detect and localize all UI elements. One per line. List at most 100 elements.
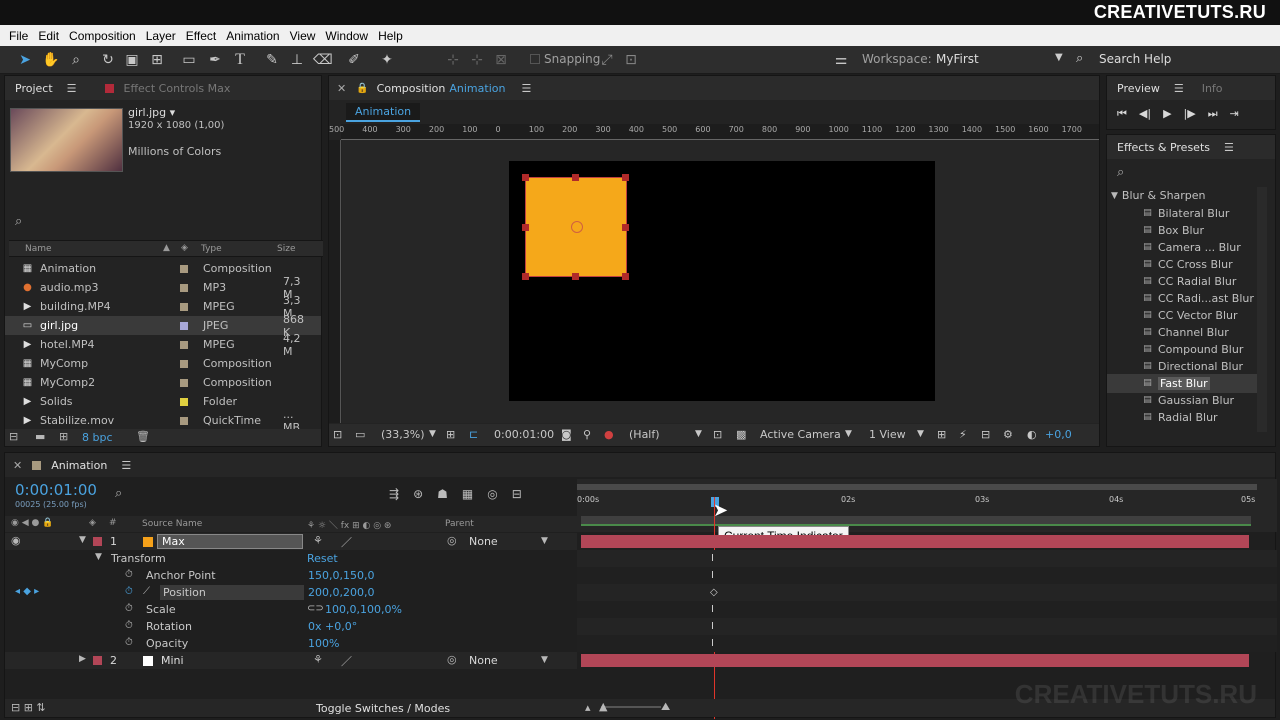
close-timeline-icon[interactable]: ✕ bbox=[13, 459, 22, 472]
puppet-tool-icon[interactable]: ✦ bbox=[378, 51, 396, 69]
project-item[interactable]: ▭ girl.jpg JPEG 868 K bbox=[5, 313, 321, 339]
current-time-display[interactable]: 0:00:01:00 bbox=[494, 428, 554, 441]
close-tab-icon[interactable]: ✕ bbox=[337, 82, 346, 95]
label-color[interactable] bbox=[180, 378, 188, 387]
timeline-icon[interactable]: ⊟ bbox=[981, 428, 990, 441]
label-color[interactable] bbox=[180, 264, 188, 273]
parent-select[interactable]: None bbox=[469, 535, 498, 548]
menu-composition[interactable]: Composition bbox=[64, 29, 141, 43]
preview-menu-icon[interactable]: ☰ bbox=[1174, 82, 1184, 95]
timeline-current-time[interactable]: 0:00:01:00 bbox=[15, 481, 97, 499]
comp-canvas[interactable] bbox=[509, 161, 935, 401]
property-row-scale[interactable]: ⏱ Scale ⊂⊃ 100,0,100,0% bbox=[5, 601, 577, 618]
keyframe-marker[interactable]: I bbox=[711, 604, 714, 615]
motion-blur-icon[interactable]: ◎ bbox=[487, 487, 497, 501]
lock-icon[interactable]: 🔒 bbox=[356, 83, 368, 94]
project-search-icon[interactable]: ⌕ bbox=[15, 214, 22, 229]
rectangle-tool-icon[interactable]: ▭ bbox=[180, 51, 198, 69]
view-dropdown-icon[interactable]: ▼ bbox=[917, 429, 924, 439]
axis-local-icon[interactable]: ⊹ bbox=[444, 51, 462, 69]
menu-layer[interactable]: Layer bbox=[141, 29, 181, 43]
handle[interactable] bbox=[622, 174, 629, 181]
zoom-out-icon[interactable]: ▴ bbox=[585, 701, 591, 714]
menu-help[interactable]: Help bbox=[373, 29, 408, 43]
footer-toggle-icons[interactable]: ⊟ ⊞ ⇅ bbox=[11, 701, 46, 714]
effect-item[interactable]: ▤ Radial Blur bbox=[1107, 408, 1257, 427]
expand-arrow-icon[interactable]: ▼ bbox=[1111, 191, 1118, 201]
handle[interactable] bbox=[622, 224, 629, 231]
layer-row-max[interactable]: ◉ ▼ 1 Max ⚘ ／ ◎ None ▼ bbox=[5, 533, 577, 550]
project-item[interactable]: ▶ Solids Folder bbox=[5, 392, 321, 411]
menu-edit[interactable]: Edit bbox=[33, 29, 64, 43]
anchor-point-icon[interactable] bbox=[571, 221, 583, 233]
view-layout-select[interactable]: 1 View bbox=[869, 428, 906, 441]
exposure-value[interactable]: +0,0 bbox=[1045, 428, 1072, 441]
workspace-dropdown-icon[interactable]: ▼ bbox=[1055, 52, 1063, 63]
draft-3d-icon[interactable]: ⊛ bbox=[413, 487, 423, 501]
col-name[interactable]: Name bbox=[25, 244, 52, 254]
layer-row-mini[interactable]: ▶ 2 Mini ⚘ ／ ◎ None ▼ bbox=[5, 652, 577, 669]
graph-editor-icon[interactable]: ⊟ bbox=[512, 487, 522, 501]
bit-depth[interactable]: 8 bpc bbox=[82, 431, 113, 444]
new-comp-icon[interactable]: ⊞ bbox=[59, 430, 68, 443]
first-frame-icon[interactable]: ⏮ bbox=[1117, 107, 1127, 121]
effects-menu-icon[interactable]: ☰ bbox=[1224, 141, 1234, 154]
effects-search-icon[interactable]: ⌕ bbox=[1117, 165, 1124, 180]
col-size[interactable]: Size bbox=[277, 244, 295, 254]
handle[interactable] bbox=[572, 273, 579, 280]
quality-switch-icon[interactable]: ／ bbox=[341, 534, 352, 550]
stopwatch-icon[interactable]: ⏱ bbox=[125, 620, 133, 631]
parent-dropdown-icon[interactable]: ▼ bbox=[541, 655, 548, 665]
resolution-dropdown-icon[interactable]: ▼ bbox=[695, 429, 702, 439]
time-ruler[interactable]: 0:00s 02s 03s 04s 05s bbox=[577, 479, 1277, 532]
keyframe-marker[interactable]: I bbox=[711, 570, 714, 581]
collapse-layer-icon[interactable]: ▼ bbox=[79, 535, 86, 545]
property-row-anchor-point[interactable]: ⏱ Anchor Point 150,0,150,0 bbox=[5, 567, 577, 584]
text-tool-icon[interactable]: T bbox=[231, 51, 249, 69]
snap-grid-icon[interactable]: ⊡ bbox=[622, 51, 640, 69]
label-color[interactable] bbox=[180, 321, 188, 330]
quality-switch-icon[interactable]: ／ bbox=[341, 653, 352, 669]
frame-blending-icon[interactable]: ▦ bbox=[462, 487, 473, 501]
project-item[interactable]: ▦ MyComp2 Composition bbox=[5, 373, 321, 392]
stopwatch-icon[interactable]: ⏱ bbox=[125, 637, 133, 648]
timeline-menu-icon[interactable]: ☰ bbox=[121, 459, 131, 472]
stopwatch-icon[interactable]: ⏱ bbox=[125, 603, 133, 614]
label-color[interactable] bbox=[180, 340, 188, 349]
last-frame-icon[interactable]: ⏭ bbox=[1208, 107, 1218, 121]
fast-previews-icon[interactable]: ⚡ bbox=[959, 428, 967, 441]
snap-edges-icon[interactable]: ⤢ bbox=[598, 51, 616, 69]
menu-file[interactable]: File bbox=[4, 29, 33, 43]
shy-switch-icon[interactable]: ⚘ bbox=[313, 534, 323, 547]
label-column-icon[interactable]: ◈ bbox=[181, 243, 188, 253]
pickwhip-icon[interactable]: ◎ bbox=[447, 653, 457, 666]
pickwhip-icon[interactable]: ◎ bbox=[447, 534, 457, 547]
property-value[interactable]: 200,0,200,0 bbox=[308, 586, 374, 599]
zoom-slider[interactable] bbox=[601, 706, 661, 708]
comp-tab-name[interactable]: Animation bbox=[449, 82, 505, 95]
camera-select[interactable]: Active Camera bbox=[760, 428, 841, 441]
zoom-level[interactable]: (33,3%) bbox=[381, 428, 425, 441]
tab-project[interactable]: Project bbox=[15, 82, 53, 95]
search-help-field[interactable]: Search Help bbox=[1099, 52, 1171, 66]
project-item[interactable]: ▦ MyComp Composition bbox=[5, 354, 321, 373]
project-item[interactable]: ● audio.mp3 MP3 7,3 M bbox=[5, 275, 321, 301]
timeline-search-icon[interactable]: ⌕ bbox=[115, 486, 122, 501]
handle[interactable] bbox=[522, 273, 529, 280]
toggle-pixel-aspect-icon[interactable]: ⊞ bbox=[937, 428, 946, 441]
menu-animation[interactable]: Animation bbox=[221, 29, 284, 43]
label-color[interactable] bbox=[180, 359, 188, 368]
label-color[interactable] bbox=[180, 416, 188, 425]
shy-layers-icon[interactable]: ☗ bbox=[437, 487, 448, 501]
col-type[interactable]: Type bbox=[201, 244, 222, 254]
property-row-position[interactable]: ⏱ ⟋ Position 200,0,200,0 bbox=[5, 584, 577, 601]
transform-expand-icon[interactable]: ▼ bbox=[95, 552, 102, 562]
zoom-tool-icon[interactable]: ⌕ bbox=[67, 51, 85, 69]
handle[interactable] bbox=[522, 174, 529, 181]
label-color[interactable] bbox=[180, 397, 188, 406]
visibility-eye-icon[interactable]: ◉ bbox=[11, 534, 21, 547]
camera-tool-icon[interactable]: ▣ bbox=[123, 51, 141, 69]
eraser-tool-icon[interactable]: ⌫ bbox=[313, 51, 333, 69]
reset-exposure-icon[interactable]: ◐ bbox=[1027, 428, 1037, 441]
ram-preview-icon[interactable]: ⇥ bbox=[1230, 107, 1239, 121]
